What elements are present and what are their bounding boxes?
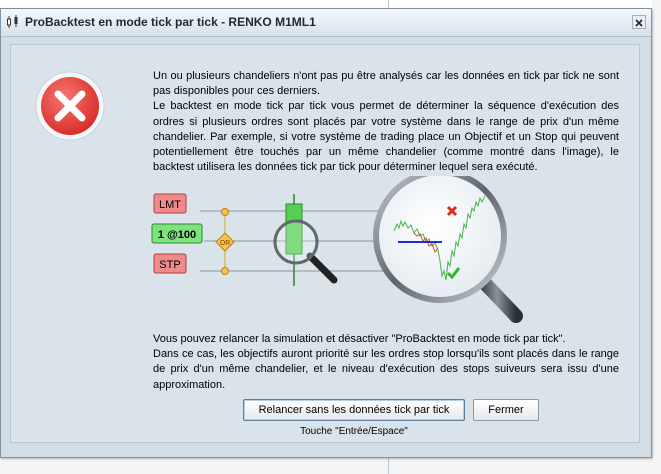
close-button[interactable]: Fermer [473, 399, 539, 421]
close-icon [635, 19, 643, 27]
big-magnifier-lens [379, 176, 501, 297]
error-icon [35, 71, 105, 141]
lmt-label: LMT [159, 199, 181, 211]
entry-label: 1 @100 [158, 229, 196, 241]
background-chart-strip-bottom [0, 458, 661, 474]
window-title: ProBacktest en mode tick par tick - RENK… [25, 15, 316, 29]
window-close-button[interactable] [632, 15, 646, 29]
oco-label: OR [220, 240, 231, 247]
background-gridline [388, 0, 389, 8]
relaunch-without-tick-button[interactable]: Relancer sans les données tick par tick [243, 399, 465, 421]
keyboard-hint: Touche "Entrée/Espace" [300, 426, 408, 437]
relaunch-paragraph: Vous pouvez relancer la simulation et dé… [153, 333, 619, 391]
tick-backtest-illustration: LMT 1 @100 STP OR [151, 176, 523, 323]
explanation-paragraph: Un ou plusieurs chandeliers n'ont pas pu… [153, 70, 619, 174]
title-bar[interactable]: ProBacktest en mode tick par tick - RENK… [1, 9, 651, 37]
candlestick-app-icon [7, 15, 18, 28]
stp-label: STP [159, 259, 180, 271]
background-gridline [388, 458, 389, 474]
background-chart-strip-right [652, 0, 661, 474]
small-magnifier-lens [273, 219, 319, 265]
